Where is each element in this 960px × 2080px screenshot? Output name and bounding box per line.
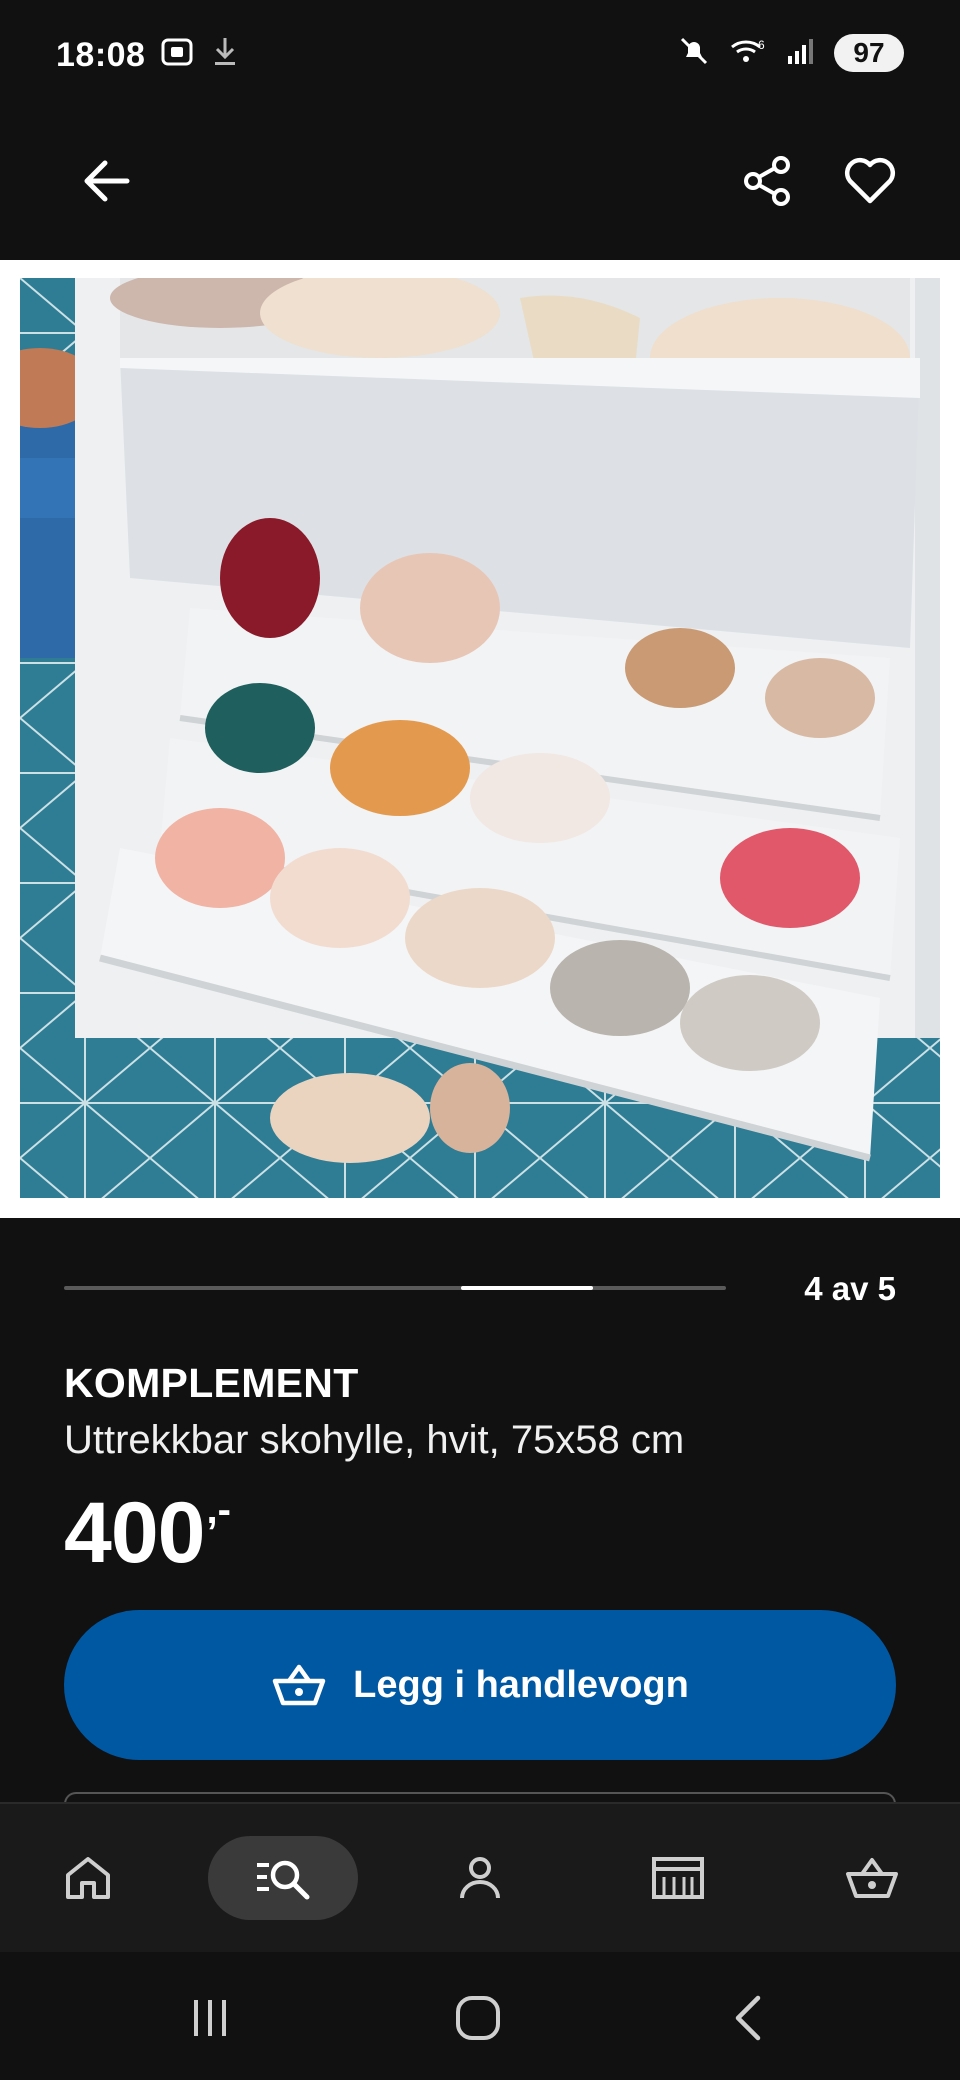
product-image[interactable] [20,278,940,1198]
status-left-icons [160,36,238,73]
status-time: 18:08 [56,36,146,74]
home-circle-icon [456,1996,500,2040]
nav-profile[interactable] [438,1836,522,1920]
favorite-button[interactable] [834,145,906,217]
status-bar: 18:08 6 97 [0,0,960,110]
basket-icon [272,1664,326,1706]
nav-search[interactable] [208,1836,358,1920]
product-description: Uttrekkbar skohylle, hvit, 75x58 cm [64,1418,685,1462]
back-chevron-icon [735,1995,761,2041]
recents-icon [194,2000,226,2036]
basket-icon [846,1858,898,1898]
status-right-icons: 6 97 [678,34,904,72]
arrow-left-icon [84,160,130,202]
share-button[interactable] [732,145,804,217]
nav-cart[interactable] [830,1836,914,1920]
system-back-button[interactable] [708,1988,788,2048]
product-price: 400 ,- [64,1490,231,1576]
share-icon [744,156,790,206]
wifi-icon: 6 [728,35,768,72]
signal-icon [786,36,816,71]
product-name: KOMPLEMENT [64,1360,359,1406]
download-icon [212,36,238,73]
system-home-button[interactable] [438,1988,518,2048]
store-icon [652,1857,704,1899]
bottom-navigation [0,1802,960,1952]
image-carousel-indicator: 4 av 5 [64,1270,896,1310]
search-list-icon [257,1860,310,1900]
screenshot-icon [160,37,194,72]
nav-home[interactable] [46,1836,130,1920]
app-bar [0,110,960,260]
person-icon [460,1857,500,1899]
heart-icon [844,157,896,204]
recents-button[interactable] [170,1988,250,2048]
price-suffix: ,- [206,1488,231,1532]
system-navigation-bar [0,1952,960,2080]
product-image-frame [0,260,960,1218]
carousel-position-thumb [461,1286,593,1290]
add-to-cart-label: Legg i handlevogn [353,1663,689,1706]
image-counter: 4 av 5 [804,1270,896,1307]
battery-indicator: 97 [834,34,904,72]
mute-icon [678,35,710,72]
svg-text:6: 6 [758,38,765,52]
home-icon [66,1857,110,1899]
carousel-track [64,1286,726,1290]
back-button[interactable] [70,145,142,217]
nav-stores[interactable] [636,1836,720,1920]
add-to-cart-button[interactable]: Legg i handlevogn [64,1610,896,1760]
price-value: 400 [64,1485,205,1581]
